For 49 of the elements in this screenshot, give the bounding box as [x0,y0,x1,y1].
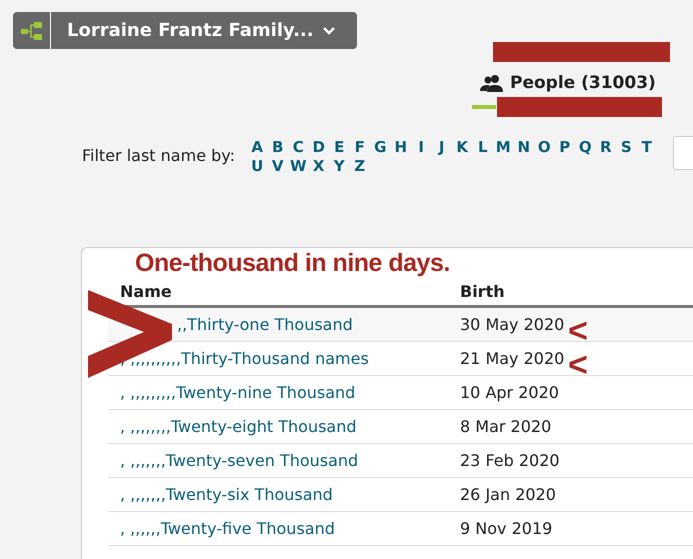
birth-date: 10 Apr 2020 [460,383,559,402]
letter-link[interactable]: F [351,138,368,156]
annotation-mark: < [568,314,588,348]
letter-link[interactable]: S [618,138,634,156]
person-name-link[interactable]: , ,,,,,,,,,Twenty-nine Thousand [120,383,356,402]
birth-date: 9 Nov 2019 [460,519,552,538]
letter-link[interactable]: Y [330,157,348,175]
annotation-mark: < [568,348,588,382]
people-tab[interactable]: People (31003) [480,71,656,95]
tree-selector-button[interactable]: Lorraine Frantz Family... [13,12,357,49]
letter-link[interactable]: D [310,138,327,156]
letter-link[interactable]: X [310,157,327,175]
person-name-link[interactable]: , ,,,,,,,Twenty-six Thousand [120,485,333,504]
birth-date: 21 May 2020 [460,349,564,368]
tree-icon [20,22,42,40]
person-name-link[interactable]: , ,,,,,,,,,,Thirty-Thousand names [120,349,369,368]
letter-link[interactable]: C [290,138,306,156]
letter-link[interactable]: N [515,138,532,156]
letter-link[interactable]: Q [576,138,594,156]
letter-link[interactable]: R [597,138,614,156]
person-name-link[interactable]: , ,,,,,,,Twenty-seven Thousand [120,451,358,470]
letter-link[interactable]: T [638,138,655,156]
person-name-link[interactable]: , ,,,,,,Twenty-five Thousand [120,519,335,538]
birth-date: 26 Jan 2020 [460,485,556,504]
people-icon [480,74,504,92]
letter-link[interactable]: B [269,138,286,156]
letter-link[interactable]: M [494,138,512,156]
person-name-link[interactable]: ,,Thirty-one Thousand [120,315,353,334]
letter-link[interactable]: U [248,157,266,175]
letter-link[interactable]: V [269,157,286,175]
birth-date: 30 May 2020 [460,315,564,334]
letter-link[interactable]: H [392,138,409,156]
birth-date: 8 Mar 2020 [460,417,552,436]
letter-link[interactable]: A [248,138,266,156]
person-name-link[interactable]: , ,,,,,,,,Twenty-eight Thousand [120,417,357,436]
letter-link[interactable]: E [330,138,348,156]
letter-link[interactable]: K [454,138,470,156]
filter-label: Filter last name by: [82,146,235,165]
letter-link[interactable]: J [433,138,450,156]
letter-link[interactable]: L [474,138,491,156]
letter-link[interactable]: W [290,157,306,175]
letter-link[interactable]: O [536,138,552,156]
letter-link[interactable]: G [372,138,388,156]
chevron-down-icon [322,26,336,36]
input-field[interactable] [672,136,693,170]
letter-link[interactable]: Z [351,157,368,175]
birth-date: 23 Feb 2020 [460,451,560,470]
letter-link[interactable]: P [556,138,573,156]
letter-link[interactable]: I [412,138,430,156]
